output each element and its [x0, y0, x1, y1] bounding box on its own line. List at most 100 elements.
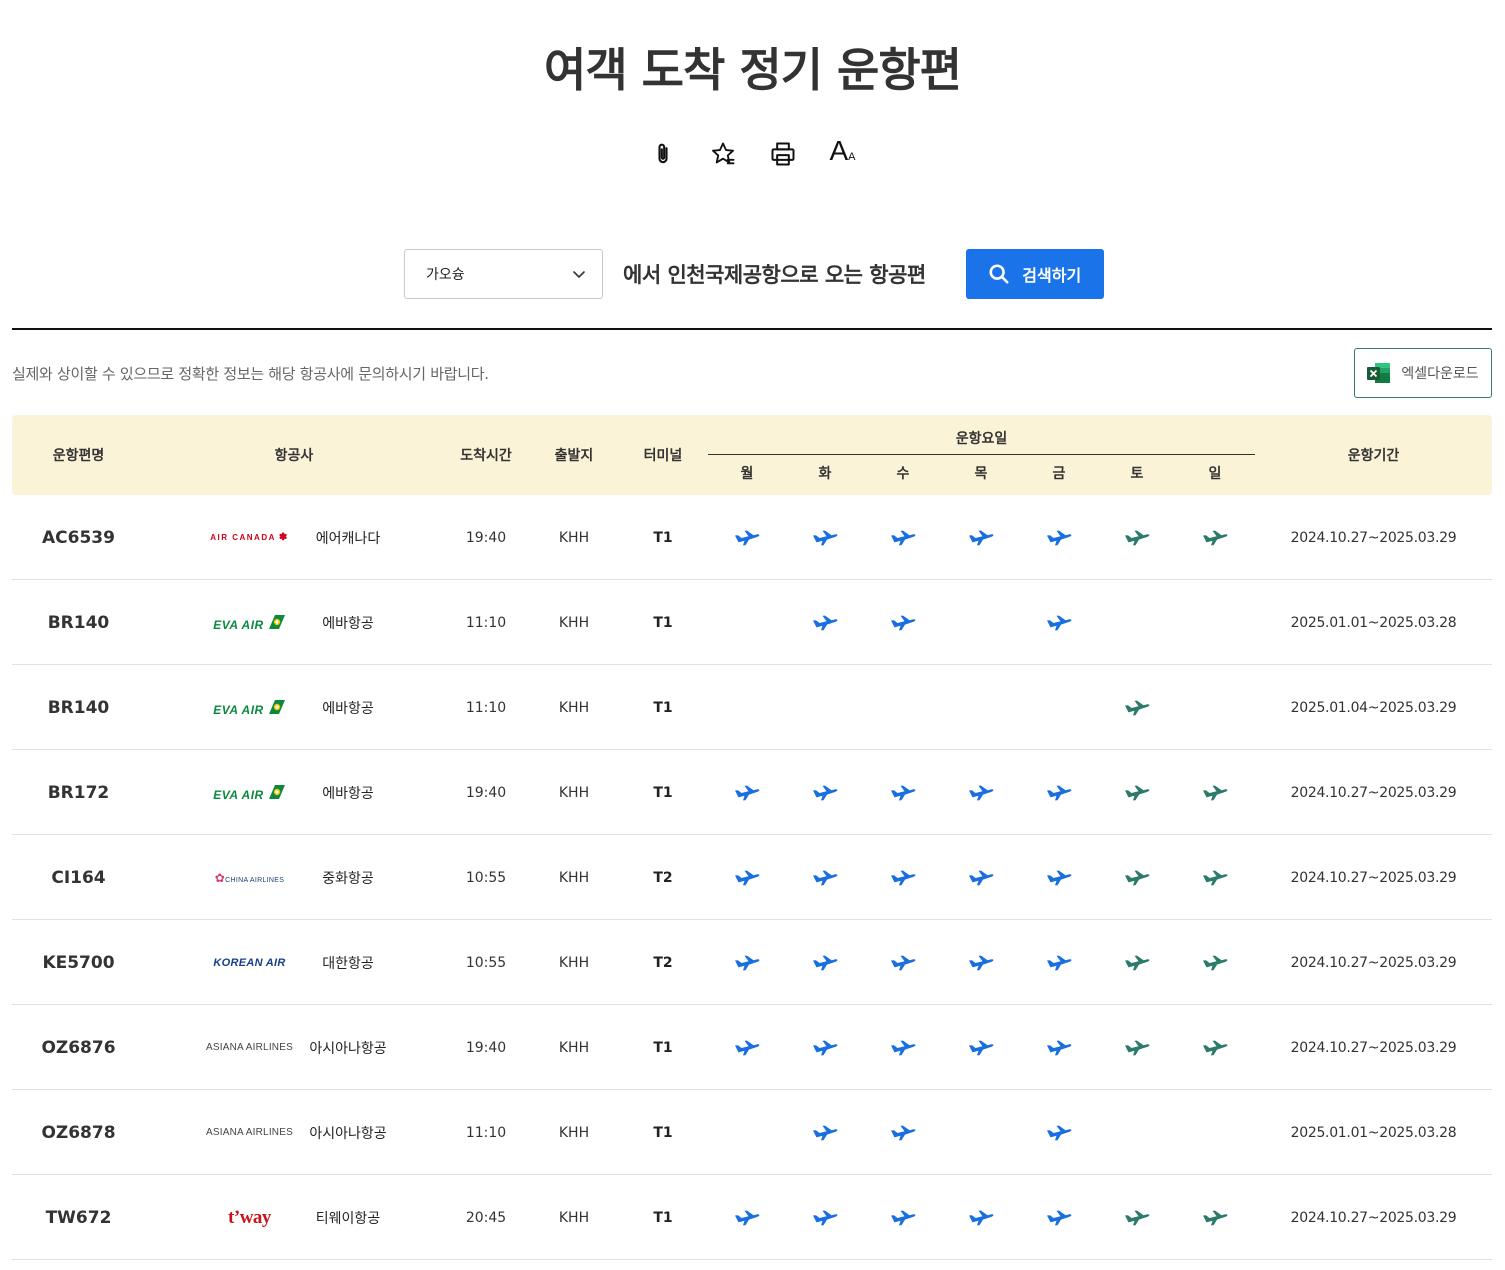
airplane-icon	[1125, 785, 1150, 800]
airplane-icon	[1203, 785, 1228, 800]
terminal: T1	[653, 614, 673, 631]
day-cell	[786, 665, 864, 750]
day-cell	[864, 835, 942, 920]
day-cell	[708, 665, 786, 750]
airplane-icon	[969, 530, 994, 545]
day-cell	[1098, 495, 1176, 580]
airline-logo: EVA AIR	[192, 580, 307, 665]
terminal: T1	[653, 699, 673, 716]
flight-number: KE5700	[42, 952, 115, 973]
day-cell	[708, 920, 786, 1005]
operation-period: 2025.01.01~2025.03.28	[1290, 614, 1457, 631]
flight-table-body: AC6539 AIR CANADA ✽ 에어캐나다 19:40 KHH T1 2024.10.…	[12, 495, 1492, 1260]
page-title: 여객 도착 정기 운항편	[544, 43, 962, 97]
day-cell	[1020, 1175, 1098, 1260]
airline-name: 중화항공	[322, 870, 374, 887]
airplane-icon	[1125, 1210, 1150, 1225]
airline-name: 에바항공	[322, 615, 374, 632]
font-size-button[interactable]: AA	[828, 135, 858, 170]
table-row: KE5700 KOREAN AIR 대한항공 10:55 KHH T2 2024.10.27…	[12, 920, 1492, 1005]
day-cell	[708, 495, 786, 580]
airplane-icon	[813, 1125, 838, 1140]
flight-number: CI164	[51, 867, 106, 888]
airplane-icon	[1125, 530, 1150, 545]
airline-name: 아시아나항공	[309, 1040, 387, 1057]
origin-code: KHH	[558, 954, 590, 971]
airline-logo: t’way	[192, 1175, 307, 1260]
table-header: 운항편명 항공사 도착시간 출발지 터미널 운항요일 월 화 수 목 금 토 일 운항기간	[12, 415, 1492, 495]
origin-code: KHH	[558, 614, 590, 631]
airplane-icon	[1203, 955, 1228, 970]
favorite-button[interactable]	[708, 138, 738, 170]
origin-select[interactable]: 가오슝	[404, 249, 603, 299]
day-cell	[708, 1090, 786, 1175]
arrival-time: 11:10	[465, 614, 507, 631]
attach-button[interactable]	[648, 138, 678, 170]
printer-icon	[771, 142, 794, 166]
day-cell	[942, 920, 1020, 1005]
airplane-icon	[891, 615, 916, 630]
excel-download-button[interactable]: 엑셀다운로드	[1354, 348, 1492, 398]
airplane-icon	[1203, 1210, 1228, 1225]
terminal: T1	[653, 529, 673, 546]
flight-number: AC6539	[42, 527, 115, 548]
day-cell	[708, 835, 786, 920]
operation-period: 2024.10.27~2025.03.29	[1290, 954, 1457, 971]
day-cell	[1098, 750, 1176, 835]
airline-name: 아시아나항공	[309, 1125, 387, 1142]
day-cell	[1020, 835, 1098, 920]
flight-number: BR172	[47, 782, 110, 803]
day-cell	[1098, 1175, 1176, 1260]
day-cell	[708, 580, 786, 665]
arrival-time: 10:55	[465, 869, 507, 886]
eva-air-logo: EVA AIR	[213, 614, 285, 632]
airplane-icon	[969, 1040, 994, 1055]
origin-code: KHH	[558, 1124, 590, 1141]
font-size-icon: AA	[829, 135, 856, 166]
airplane-icon	[891, 870, 916, 885]
airplane-icon	[891, 1210, 916, 1225]
header-day: 월	[740, 466, 754, 482]
origin-code: KHH	[558, 1039, 590, 1056]
airline-name: 에바항공	[322, 785, 374, 802]
header-day: 목	[974, 466, 988, 482]
divider	[12, 328, 1492, 330]
operation-period: 2025.01.01~2025.03.28	[1290, 1124, 1457, 1141]
airplane-icon	[969, 1210, 994, 1225]
operation-period: 2024.10.27~2025.03.29	[1290, 1039, 1457, 1056]
operation-period: 2025.01.04~2025.03.29	[1290, 699, 1457, 716]
day-cell	[1020, 665, 1098, 750]
terminal: T2	[653, 954, 673, 971]
day-cell	[786, 495, 864, 580]
search-button-label: 검색하기	[1022, 266, 1082, 285]
day-cell	[1098, 920, 1176, 1005]
airplane-icon	[891, 530, 916, 545]
airplane-icon	[891, 1040, 916, 1055]
airline-logo: ASIANA AIRLINES	[192, 1090, 307, 1175]
day-cell	[864, 750, 942, 835]
search-caption: 에서 인천국제공항으로 오는 항공편	[623, 263, 926, 287]
day-cell	[942, 835, 1020, 920]
excel-download-label: 엑셀다운로드	[1401, 366, 1479, 382]
day-cell	[864, 1090, 942, 1175]
day-cell	[942, 1005, 1020, 1090]
print-button[interactable]	[768, 138, 798, 170]
china-airlines-logo: ✿CHINA AIRLINES	[214, 870, 285, 885]
airplane-icon	[735, 870, 760, 885]
airplane-icon	[813, 615, 838, 630]
day-cell	[942, 1175, 1020, 1260]
airplane-icon	[1047, 615, 1072, 630]
airplane-icon	[735, 1210, 760, 1225]
table-row: BR140 EVA AIR 에바항공 11:10 KHH T1 2025.01.01~202…	[12, 580, 1492, 665]
day-cell	[786, 920, 864, 1005]
header-day: 화	[818, 466, 832, 482]
airline-logo: AIR CANADA ✽	[192, 495, 307, 580]
origin-code: KHH	[558, 784, 590, 801]
day-cell	[1176, 665, 1254, 750]
day-cell	[708, 750, 786, 835]
day-cell	[708, 1175, 786, 1260]
search-button[interactable]: 검색하기	[965, 249, 1104, 299]
day-cell	[864, 1005, 942, 1090]
airplane-icon	[891, 955, 916, 970]
day-cell	[786, 750, 864, 835]
